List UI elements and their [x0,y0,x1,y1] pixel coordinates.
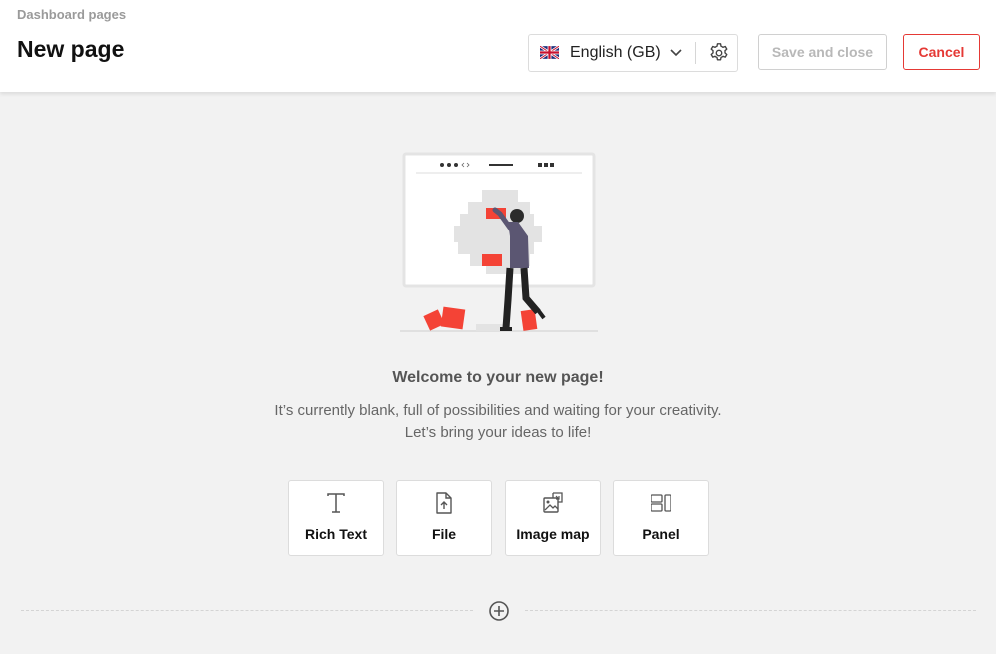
panel-icon [651,494,671,512]
block-label: Image map [516,526,590,542]
welcome-text-line-2: Let’s bring your ideas to life! [404,424,592,441]
divider-right [525,610,976,611]
page-title: New page [17,36,125,62]
add-file-block[interactable]: File [396,480,492,556]
add-panel-block[interactable]: Panel [613,480,709,556]
image-map-icon [543,492,563,513]
welcome-text-line-1: It’s currently blank, full of possibilit… [274,402,722,419]
chevron-down-icon [670,49,682,57]
divider-left [21,610,473,611]
cancel-button[interactable]: Cancel [903,34,980,70]
block-label: Panel [642,526,680,542]
add-image-map-block[interactable]: Image map [505,480,601,556]
block-label: File [431,526,457,542]
welcome-title: Welcome to your new page! [392,369,604,386]
language-selector[interactable]: English (GB) [528,34,738,72]
text-icon [327,493,345,513]
uk-flag-icon [540,46,559,59]
add-rich-text-block[interactable]: Rich Text [288,480,384,556]
page-header: Dashboard pages New page English (GB) Sa… [0,0,996,92]
file-upload-icon [436,492,452,514]
gear-icon[interactable] [708,42,730,64]
plus-circle-icon[interactable] [488,600,510,622]
person-building-page-illustration [400,152,598,332]
language-label: English (GB) [570,44,661,61]
breadcrumb[interactable]: Dashboard pages [17,7,126,22]
divider [695,42,696,64]
save-and-close-button[interactable]: Save and close [758,34,887,70]
block-label: Rich Text [305,526,367,542]
